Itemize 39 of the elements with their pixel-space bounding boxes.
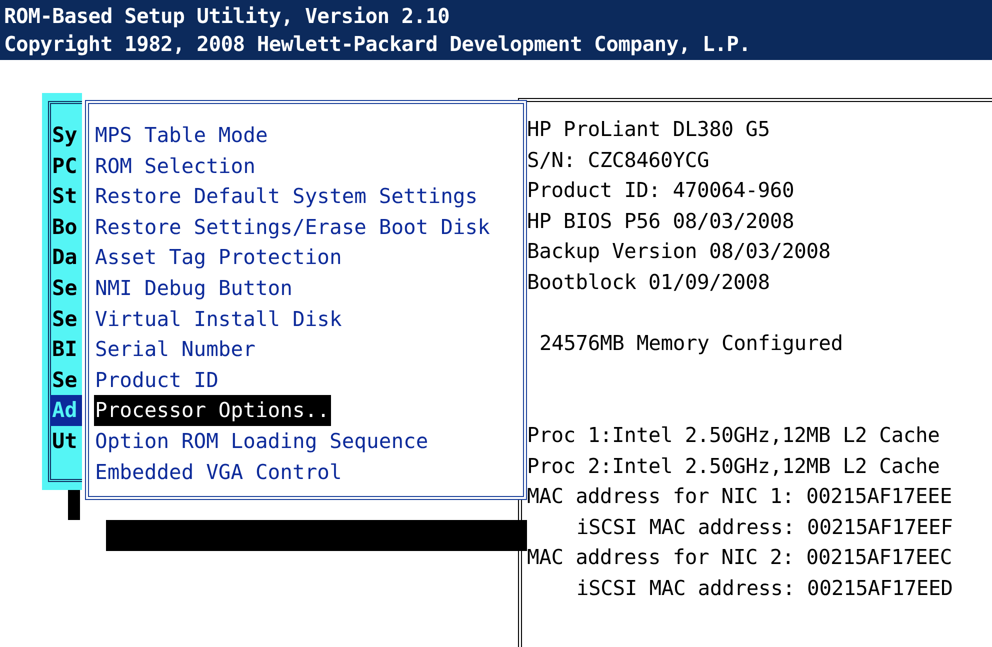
utility-title: ROM-Based Setup Utility, Version 2.10 — [4, 3, 451, 30]
info-line: 24576MB Memory Configured — [539, 330, 843, 358]
menu-item[interactable]: Ad — [50, 395, 82, 426]
info-line: Proc 2:Intel 2.50GHz,12MB L2 Cache — [527, 452, 940, 480]
info-line: MAC address for NIC 1: 00215AF17EEE — [527, 483, 952, 510]
submenu-item[interactable]: Processor Options.. — [94, 395, 330, 426]
submenu-item[interactable]: Asset Tag Protection — [94, 242, 343, 273]
menu-item[interactable]: PC — [50, 150, 82, 182]
info-line: HP ProLiant DL380 G5 — [527, 116, 770, 143]
menu-item[interactable]: Se — [50, 364, 82, 396]
info-line: S/N: CZC8460YCG — [527, 146, 710, 174]
copyright-text: Copyright 1982, 2008 Hewlett-Packard Development Company, L.P. — [4, 31, 752, 58]
submenu-item[interactable]: ROM Selection — [94, 150, 256, 182]
menu-item[interactable]: BI — [50, 334, 82, 365]
menu-item[interactable]: Se — [50, 304, 82, 334]
info-line: Backup Version 08/03/2008 — [527, 238, 831, 266]
submenu-item[interactable]: Product ID — [94, 364, 220, 396]
menu-shadow — [68, 490, 80, 520]
menu-item[interactable]: Da — [50, 242, 82, 273]
submenu-item[interactable]: Restore Default System Settings — [94, 181, 479, 212]
submenu-item[interactable]: Option ROM Loading Sequence — [94, 426, 430, 457]
menu-item[interactable]: Ut — [50, 426, 82, 457]
info-line: iSCSI MAC address: 00215AF17EEF — [576, 514, 953, 541]
info-line: HP BIOS P56 08/03/2008 — [527, 208, 794, 235]
submenu-item[interactable]: Serial Number — [94, 334, 256, 365]
menu-item[interactable]: Sy — [50, 120, 82, 151]
submenu-item[interactable]: NMI Debug Button — [94, 272, 294, 304]
info-line: Bootblock 01/09/2008 — [527, 268, 770, 296]
submenu-item[interactable]: MPS Table Mode — [94, 120, 269, 151]
submenu-item[interactable]: Restore Settings/Erase Boot Disk — [94, 212, 491, 242]
menu-item[interactable]: St — [50, 181, 82, 212]
info-line: Product ID: 470064-960 — [527, 177, 794, 204]
info-line: Proc 1:Intel 2.50GHz,12MB L2 Cache — [527, 422, 940, 449]
submenu-item[interactable]: Virtual Install Disk — [94, 304, 343, 334]
menu-item[interactable]: Bo — [50, 212, 82, 242]
submenu-item[interactable]: Embedded VGA Control — [94, 456, 343, 488]
info-line: MAC address for NIC 2: 00215AF17EEC — [527, 544, 952, 572]
info-line: iSCSI MAC address: 00215AF17EED — [576, 574, 953, 602]
menu-item[interactable]: Se — [50, 272, 82, 304]
